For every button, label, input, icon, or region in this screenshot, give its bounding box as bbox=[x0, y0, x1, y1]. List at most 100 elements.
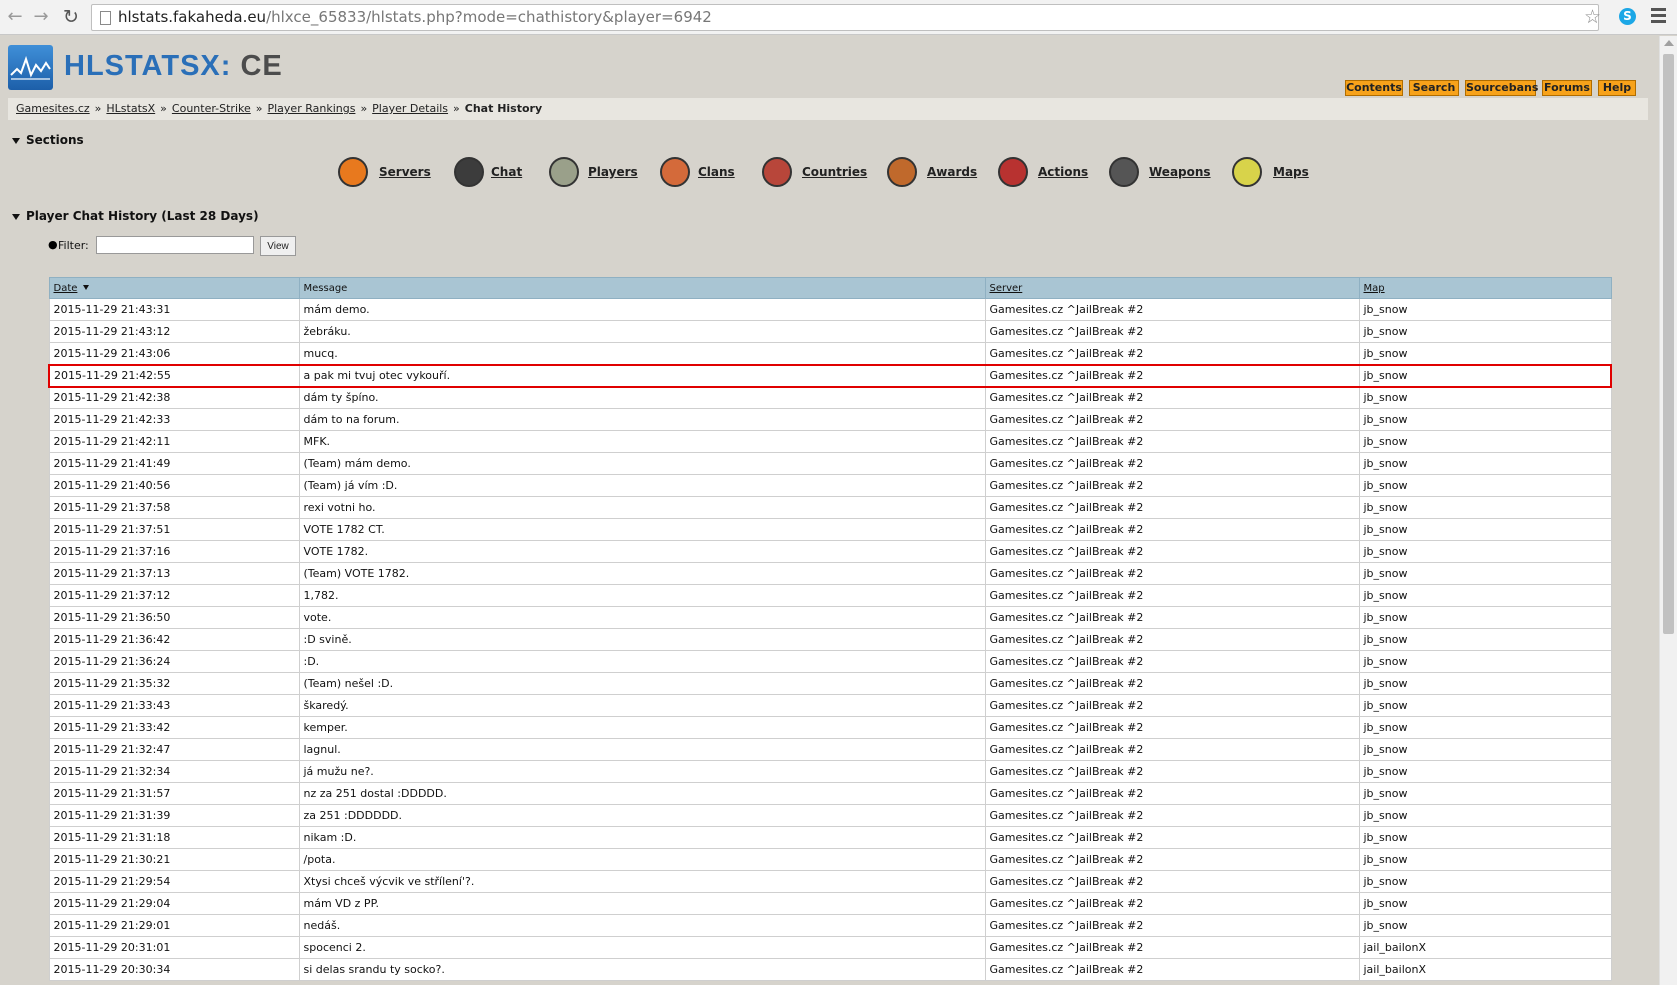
cell-date: 2015-11-29 21:33:43 bbox=[48, 694, 300, 717]
sort-desc-icon bbox=[83, 285, 90, 290]
cell-server: Gamesites.cz ^JailBreak #2 bbox=[984, 650, 1360, 673]
logo-icon[interactable] bbox=[8, 45, 53, 90]
cell-server: Gamesites.cz ^JailBreak #2 bbox=[984, 540, 1360, 563]
table-row: 2015-11-29 21:43:12 žebráku. Gamesites.cz … bbox=[48, 320, 1612, 343]
breadcrumb-gamesites[interactable]: Gamesites.cz bbox=[16, 102, 90, 115]
cell-date: 2015-11-29 21:30:21 bbox=[48, 848, 300, 871]
table-row: 2015-11-29 21:36:42:D svině. Gamesites.cz… bbox=[48, 628, 1612, 651]
reload-icon[interactable]: ↻ bbox=[60, 6, 82, 28]
cell-date: 2015-11-29 20:30:34 bbox=[48, 958, 300, 981]
cell-server: Gamesites.cz ^JailBreak #2 bbox=[984, 672, 1360, 695]
cell-message: si delas srandu ty socko?. bbox=[298, 958, 986, 981]
cell-date: 2015-11-29 21:36:24 bbox=[48, 650, 300, 673]
cell-message: MFK. bbox=[298, 430, 986, 453]
cell-message: žebráku. bbox=[298, 320, 986, 343]
column-header-date[interactable]: Date bbox=[48, 277, 300, 299]
table-row: 2015-11-29 21:29:01 nedáš. Gamesites.cz ^J… bbox=[48, 914, 1612, 937]
cell-date: 2015-11-29 21:43:31 bbox=[48, 298, 300, 321]
cell-server: Gamesites.cz ^JailBreak #2 bbox=[984, 738, 1360, 761]
chat-history-table: Date Message Server Map 2015-11-29 21:43… bbox=[48, 277, 1612, 981]
cell-message: :D. bbox=[298, 650, 986, 673]
cell-server: Gamesites.cz ^JailBreak #2 bbox=[984, 870, 1360, 893]
cell-map: jb_snow bbox=[1358, 518, 1612, 541]
cell-date: 2015-11-29 21:43:12 bbox=[48, 320, 300, 343]
cell-map: jail_bailonX bbox=[1358, 936, 1612, 959]
top-link-contents[interactable]: Contents bbox=[1345, 80, 1403, 96]
players-icon bbox=[549, 157, 579, 187]
scroll-thumb[interactable] bbox=[1663, 54, 1674, 634]
page-scrollbar[interactable] bbox=[1659, 36, 1677, 985]
star-icon[interactable]: ☆ bbox=[1584, 6, 1601, 28]
breadcrumb-player-details[interactable]: Player Details bbox=[372, 102, 448, 115]
table-row: 2015-11-29 21:33:42 kemper. Gamesites.cz ^… bbox=[48, 716, 1612, 739]
top-link-forums[interactable]: Forums bbox=[1542, 80, 1592, 96]
cell-date: 2015-11-29 21:29:54 bbox=[48, 870, 300, 893]
cell-map: jb_snow bbox=[1358, 694, 1612, 717]
cell-date: 2015-11-29 21:36:42 bbox=[48, 628, 300, 651]
cell-message: :D svině. bbox=[298, 628, 986, 651]
cell-map: jb_snow bbox=[1358, 628, 1612, 651]
cell-message: mucq. bbox=[298, 342, 986, 365]
cell-map: jb_snow bbox=[1358, 363, 1612, 388]
filter-label: Filter: bbox=[58, 239, 89, 252]
cell-message: VOTE 1782 CT. bbox=[298, 518, 986, 541]
breadcrumb-counter-strike[interactable]: Counter-Strike bbox=[172, 102, 251, 115]
cell-date: 2015-11-29 21:42:55 bbox=[48, 363, 300, 388]
cell-server: Gamesites.cz ^JailBreak #2 bbox=[984, 694, 1360, 717]
table-row: 2015-11-29 21:31:57 nz za 251 dostal :DDD… bbox=[48, 782, 1612, 805]
cell-server: Gamesites.cz ^JailBreak #2 bbox=[984, 584, 1360, 607]
skype-icon[interactable]: S bbox=[1619, 8, 1636, 25]
table-row: 2015-11-29 21:32:34 já mužu ne?. Gamesites… bbox=[48, 760, 1612, 783]
cell-message: (Team) VOTE 1782. bbox=[298, 562, 986, 585]
cell-server: Gamesites.cz ^JailBreak #2 bbox=[984, 606, 1360, 629]
cell-date: 2015-11-29 21:33:42 bbox=[48, 716, 300, 739]
cell-message: mám demo. bbox=[298, 298, 986, 321]
cell-map: jb_snow bbox=[1358, 606, 1612, 629]
table-row: 2015-11-29 21:43:06 mucq. Gamesites.cz ^Ja… bbox=[48, 342, 1612, 365]
table-row: 2015-11-29 21:37:12 1,782. Gamesites.cz ^J… bbox=[48, 584, 1612, 607]
bullet-icon: ● bbox=[48, 238, 58, 251]
menu-icon[interactable] bbox=[1651, 8, 1666, 24]
filter-input[interactable] bbox=[96, 236, 254, 254]
cell-map: jb_snow bbox=[1358, 496, 1612, 519]
cell-map: jb_snow bbox=[1358, 430, 1612, 453]
back-icon[interactable]: ← bbox=[4, 6, 26, 28]
clans-icon bbox=[660, 157, 690, 187]
cell-map: jb_snow bbox=[1358, 386, 1612, 409]
cell-server: Gamesites.cz ^JailBreak #2 bbox=[984, 936, 1360, 959]
forward-icon[interactable]: → bbox=[30, 6, 52, 28]
table-row: 2015-11-29 21:37:58 rexi votni ho. Gamesit… bbox=[48, 496, 1612, 519]
table-row: 2015-11-29 21:29:54 Xtysi chceš výcvik ve… bbox=[48, 870, 1612, 893]
cell-server: Gamesites.cz ^JailBreak #2 bbox=[984, 452, 1360, 475]
cell-map: jb_snow bbox=[1358, 452, 1612, 475]
cell-map: jb_snow bbox=[1358, 342, 1612, 365]
top-link-help[interactable]: Help bbox=[1598, 80, 1636, 96]
logo-text: HLSTATSX: CE bbox=[64, 50, 283, 82]
cell-date: 2015-11-29 21:31:39 bbox=[48, 804, 300, 827]
cell-server: Gamesites.cz ^JailBreak #2 bbox=[984, 782, 1360, 805]
cell-map: jb_snow bbox=[1358, 408, 1612, 431]
breadcrumb-hlstatsx[interactable]: HLstatsX bbox=[106, 102, 155, 115]
cell-server: Gamesites.cz ^JailBreak #2 bbox=[984, 363, 1360, 388]
cell-map: jb_snow bbox=[1358, 892, 1612, 915]
cell-server: Gamesites.cz ^JailBreak #2 bbox=[984, 320, 1360, 343]
breadcrumb: Gamesites.cz» HLstatsX» Counter-Strike» Pla… bbox=[8, 98, 1648, 120]
address-bar[interactable]: hlstats.fakaheda.eu/hlxce_65833/hlstats.… bbox=[91, 4, 1599, 31]
sections-toggle[interactable]: Sections bbox=[12, 133, 84, 147]
view-button[interactable]: View bbox=[260, 236, 296, 256]
column-header-server[interactable]: Server bbox=[984, 277, 1360, 299]
chat-history-toggle[interactable]: Player Chat History (Last 28 Days) bbox=[12, 209, 259, 223]
scroll-up-arrow-icon[interactable] bbox=[1664, 40, 1674, 46]
cell-server: Gamesites.cz ^JailBreak #2 bbox=[984, 826, 1360, 849]
cell-server: Gamesites.cz ^JailBreak #2 bbox=[984, 628, 1360, 651]
collapse-triangle-icon bbox=[12, 137, 20, 144]
table-row: 2015-11-29 21:32:47 lagnul. Gamesites.cz ^… bbox=[48, 738, 1612, 761]
cell-message: Xtysi chceš výcvik ve střílení'?. bbox=[298, 870, 986, 893]
breadcrumb-player-rankings[interactable]: Player Rankings bbox=[267, 102, 355, 115]
cell-server: Gamesites.cz ^JailBreak #2 bbox=[984, 892, 1360, 915]
cell-server: Gamesites.cz ^JailBreak #2 bbox=[984, 804, 1360, 827]
top-link-sourcebans[interactable]: Sourcebans bbox=[1465, 80, 1538, 96]
top-link-search[interactable]: Search bbox=[1409, 80, 1459, 96]
actions-icon bbox=[998, 157, 1028, 187]
column-header-map[interactable]: Map bbox=[1358, 277, 1612, 299]
